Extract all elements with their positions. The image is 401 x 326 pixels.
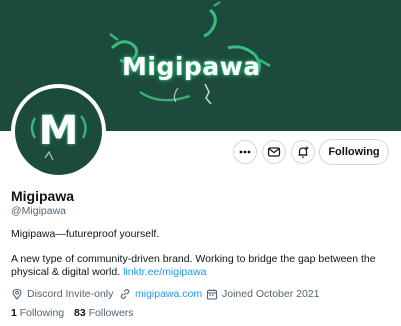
user-handle: @Migipawa xyxy=(11,205,67,217)
avatar[interactable]: M xyxy=(11,84,106,179)
display-name: Migipawa xyxy=(11,188,75,204)
link-icon xyxy=(120,288,130,300)
location-item: Discord Invite-only xyxy=(11,288,113,300)
more-icon xyxy=(239,150,251,154)
followers-count: 83 xyxy=(74,307,86,319)
location-icon xyxy=(12,288,22,300)
calendar-icon xyxy=(206,289,218,300)
following-button[interactable]: Following xyxy=(319,139,389,165)
bio-tagline: Migipawa—futureproof yourself. xyxy=(11,228,160,240)
followers-label: Followers xyxy=(88,307,134,319)
banner-title: Migipawa xyxy=(122,52,261,81)
message-button[interactable] xyxy=(262,140,286,164)
avatar-letter: M xyxy=(38,108,79,154)
following-count: 1 xyxy=(11,307,17,319)
notifications-button[interactable] xyxy=(291,140,315,164)
bio-link[interactable]: linktr.ee/migipawa xyxy=(123,266,206,278)
notify-icon xyxy=(298,146,309,158)
more-button[interactable] xyxy=(233,140,257,164)
bio-description: A new type of community-driven brand. Wo… xyxy=(11,253,386,279)
avatar-image: M xyxy=(15,88,102,175)
website-link[interactable]: migipawa.com xyxy=(135,288,202,300)
joined-item: Joined October 2021 xyxy=(206,288,319,300)
location-text: Discord Invite-only xyxy=(27,288,114,300)
website-item[interactable]: migipawa.com xyxy=(119,288,202,300)
following-label: Following xyxy=(19,307,65,319)
following-stat[interactable]: 1 Following xyxy=(11,307,64,319)
message-icon xyxy=(267,147,281,157)
followers-stat[interactable]: 83 Followers xyxy=(74,307,134,319)
joined-text: Joined October 2021 xyxy=(222,288,320,300)
